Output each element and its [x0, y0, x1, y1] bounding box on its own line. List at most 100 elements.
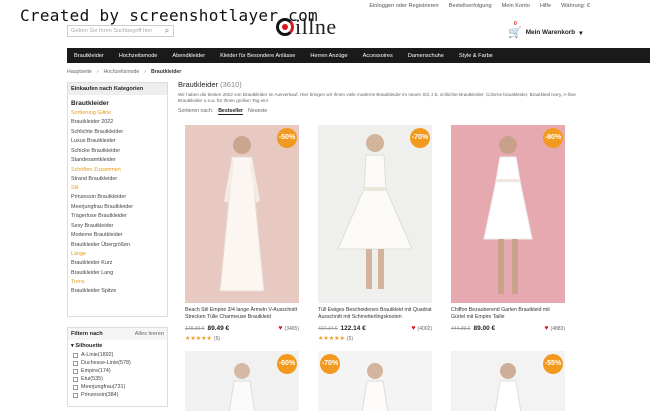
dress-illustration: [494, 363, 522, 411]
sidebar-item[interactable]: Standesamtkleider: [71, 157, 164, 163]
search-input[interactable]: Geben Sie Ihren Suchbegriff hier: [67, 25, 174, 37]
caret-down-icon: ▾: [71, 343, 74, 349]
product-name[interactable]: Tüll Ewiges Bescheidenes Brautkleid mit …: [318, 307, 432, 320]
sidebar-item[interactable]: Brautkleider Spitze: [71, 288, 164, 294]
filter-option[interactable]: A-Linie(1892): [68, 351, 167, 359]
price: 89.49 €: [207, 325, 230, 332]
dress-illustration: [361, 363, 389, 411]
discount-badge: -55%: [543, 354, 563, 374]
nav-item-accessoires[interactable]: Accessoires: [363, 53, 393, 59]
checkbox[interactable]: [73, 368, 78, 374]
sidebar-item[interactable]: Brautkleider 2022: [71, 119, 164, 125]
sort-bestseller[interactable]: Bestseller: [218, 108, 243, 115]
my-account-link[interactable]: Mein Konto: [502, 3, 530, 9]
filter-option[interactable]: Meerjungfrau(731): [68, 383, 167, 391]
nav-item-herren-anzuege[interactable]: Herren Anzüge: [310, 53, 347, 59]
filter-option[interactable]: Etui(535): [68, 375, 167, 383]
sidebar-item[interactable]: Brautkleider Kurz: [71, 260, 164, 266]
checkbox[interactable]: [73, 352, 78, 358]
review-count: (5): [213, 335, 221, 342]
product-card[interactable]: -70%: [318, 351, 432, 411]
filter-option[interactable]: Empire(174): [68, 367, 167, 375]
filter-option[interactable]: Duchesse-Linie(578): [68, 359, 167, 367]
price: 122.14 €: [340, 325, 366, 332]
clear-filters-link[interactable]: Alles leeren: [135, 331, 164, 337]
discount-badge: -70%: [410, 128, 430, 148]
filter-option-label: Prinzessin(384): [81, 392, 119, 398]
sidebar-item[interactable]: Trägerlose Brautkleider: [71, 213, 164, 219]
product-card[interactable]: -80% Chiffon Bezauberend Garten Brautkle…: [451, 125, 565, 332]
product-card[interactable]: -50% Beach Stil Empire 3/4 lange Ärmeln …: [185, 125, 299, 342]
cart-button[interactable]: 🛒 0 Mein Warenkorb ▾: [508, 21, 582, 39]
product-image[interactable]: -60%: [185, 351, 299, 411]
dress-illustration: [483, 136, 533, 294]
currency-select[interactable]: Währung: €: [561, 3, 590, 9]
sidebar-item[interactable]: Strand Brautkleider: [71, 176, 164, 182]
nav-item-brautkleider[interactable]: Brautkleider: [74, 53, 104, 59]
product-card[interactable]: -70% Tüll Ewiges Bescheidenes Brautkleid…: [318, 125, 432, 342]
old-price: 178.99 €: [185, 325, 205, 332]
filter-option[interactable]: Prinzessin(384): [68, 391, 167, 399]
sidebar-title[interactable]: Brautkleider: [71, 100, 164, 107]
wishlist-button[interactable]: ♥ (4883): [544, 325, 565, 332]
product-image[interactable]: -55%: [451, 351, 565, 411]
nav-item-damenschuhe[interactable]: Damenschuhe: [408, 53, 444, 59]
sidebar-item[interactable]: Sexy Brautkleider: [71, 223, 164, 229]
sidebar-item[interactable]: Prinzessin Brautkleider: [71, 194, 164, 200]
checkbox[interactable]: [73, 384, 78, 390]
product-name[interactable]: Chiffon Bezauberend Garten Brautkleid mi…: [451, 307, 565, 320]
nav-item-abendkleider[interactable]: Abendkleider: [172, 53, 205, 59]
discount-badge: -50%: [277, 128, 297, 148]
breadcrumb: Hauptseite › Hochzeitsmode › Brautkleide…: [67, 69, 181, 75]
page-title-text: Brautkleider: [178, 80, 219, 89]
sidebar-group-label: Länge: [71, 251, 86, 257]
order-tracking-link[interactable]: Bestellverfolgung: [449, 3, 492, 9]
sidebar-item[interactable]: Brautkleider Lang: [71, 270, 164, 276]
product-image[interactable]: -70%: [318, 351, 432, 411]
sidebar-item[interactable]: Schlichte Brautkleider: [71, 129, 164, 135]
checkbox[interactable]: [73, 360, 78, 366]
sidebar-item[interactable]: Luxus Brautkleider: [71, 138, 164, 144]
rating: ★★★★★ (5): [318, 335, 432, 343]
cart-count: 0: [514, 21, 517, 27]
sidebar-group-label: Trens: [71, 279, 85, 285]
nav-item-besondere-anlaesse[interactable]: Kleider für Besondere Anlässe: [220, 53, 295, 59]
sidebar-item[interactable]: Schicke Brautkleider: [71, 148, 164, 154]
product-card[interactable]: -55%: [451, 351, 565, 411]
discount-badge: -60%: [277, 354, 297, 374]
cart-icon: 🛒 0: [508, 21, 522, 39]
filter-option-label: A-Linie(1892): [81, 352, 114, 358]
nav-item-style-farbe[interactable]: Style & Farbe: [459, 53, 493, 59]
filter-section-silhouette[interactable]: ▾ Silhouette: [68, 340, 167, 351]
product-image[interactable]: -80%: [451, 125, 565, 303]
sidebar-item[interactable]: Meerjungfrau Brautkleider: [71, 204, 164, 210]
wishlist-button[interactable]: ♥ (3465): [278, 325, 299, 332]
heart-icon: ♥: [411, 325, 416, 332]
sort-label: Sortieren nach:: [178, 108, 214, 114]
breadcrumb-home[interactable]: Hauptseite: [67, 69, 92, 75]
sidebar-item[interactable]: Moderne Brautkleider: [71, 232, 164, 238]
checkbox[interactable]: [73, 392, 78, 398]
wishlist-button[interactable]: ♥ (4002): [411, 325, 432, 332]
filter-option-label: Etui(535): [81, 376, 103, 382]
login-link[interactable]: Einloggen oder Registrieren: [369, 3, 438, 9]
main-nav: Brautkleider Hochzeitsmode Abendkleider …: [67, 48, 650, 63]
dress-illustration: [337, 134, 413, 289]
product-image[interactable]: -70%: [318, 125, 432, 303]
product-listing: Brautkleider (3610) Wir haben die besten…: [178, 80, 650, 115]
breadcrumb-hochzeitsmode[interactable]: Hochzeitsmode: [104, 69, 140, 75]
product-card[interactable]: -60%: [185, 351, 299, 411]
checkbox[interactable]: [73, 376, 78, 382]
nav-item-hochzeitsmode[interactable]: Hochzeitsmode: [119, 53, 158, 59]
filter-header: Filtern nach: [71, 331, 103, 337]
price: 89.00 €: [473, 325, 496, 332]
sidebar-item[interactable]: Brautkleider Übergrößen: [71, 242, 164, 248]
sidebar-group-label: Schriften Zusammen: [71, 166, 121, 173]
rating: ★★★★★ (5): [185, 335, 299, 343]
product-name[interactable]: Beach Stil Empire 3/4 lange Ärmeln V-Aus…: [185, 307, 299, 320]
help-link[interactable]: Hilfe: [540, 3, 551, 9]
search-icon[interactable]: ⌕: [162, 26, 172, 36]
sort-newest[interactable]: Neueste: [248, 108, 267, 115]
product-image[interactable]: -50%: [185, 125, 299, 303]
discount-badge: -70%: [320, 354, 340, 374]
